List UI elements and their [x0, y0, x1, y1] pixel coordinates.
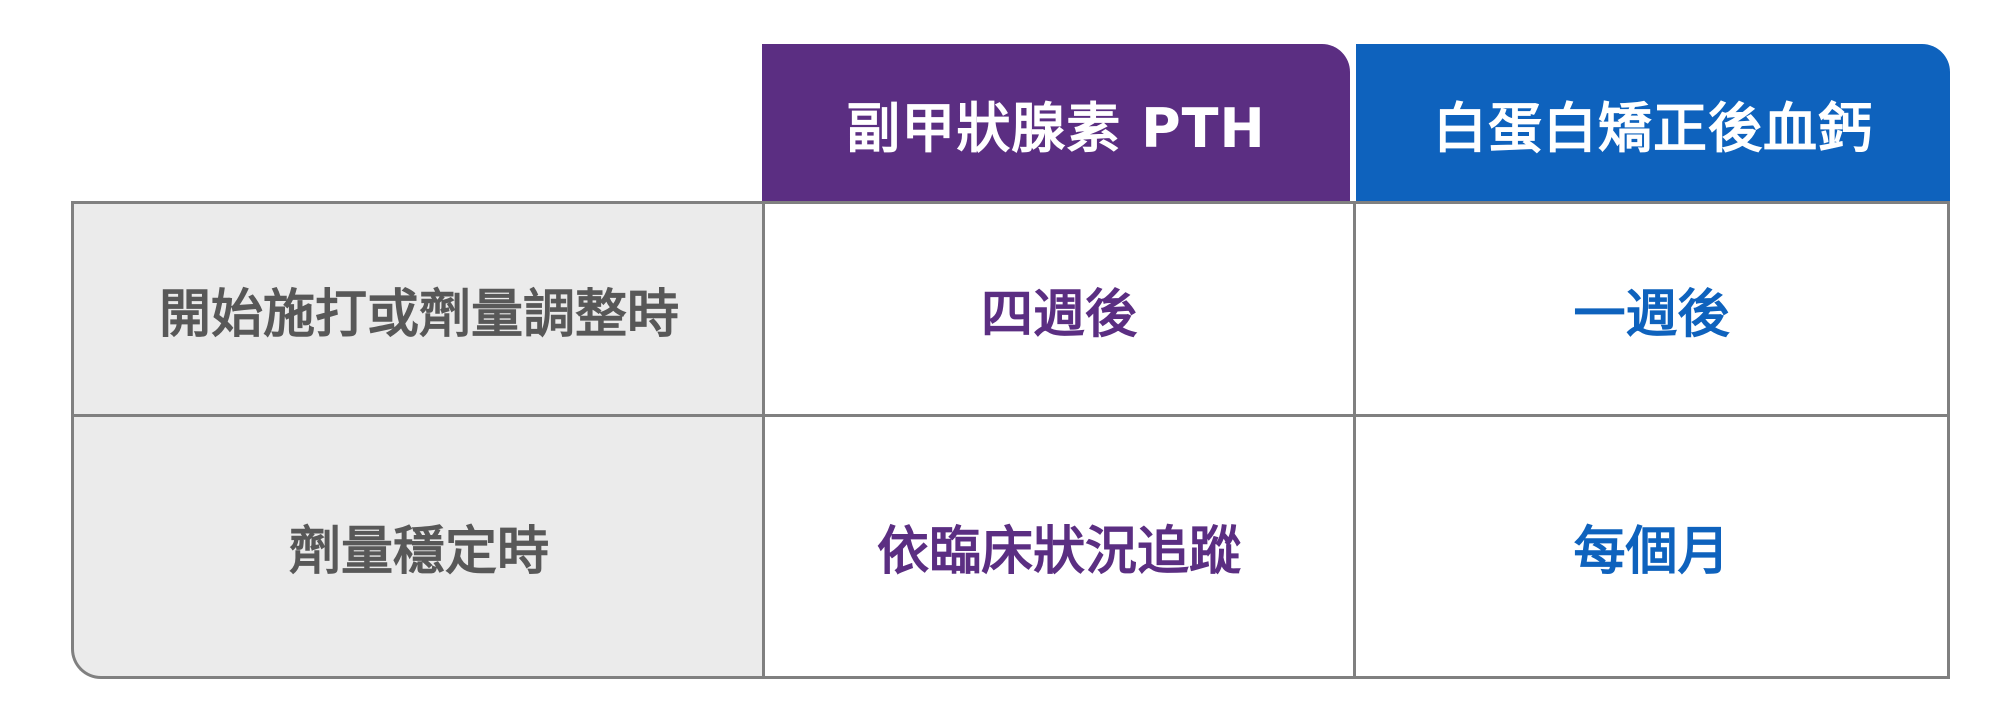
cell-calcium-start-text: 一週後 [1573, 284, 1730, 345]
cell-calcium-start: 一週後 [1356, 204, 1947, 414]
cell-pth-stable-text: 依臨床狀況追蹤 [876, 522, 1241, 582]
row-label-stable-dose-text: 劑量穩定時 [288, 522, 549, 582]
divider-vertical-1 [762, 201, 765, 679]
divider-horizontal [762, 414, 1950, 417]
row-labels-column: 開始施打或劑量調整時 劑量穩定時 [71, 201, 764, 679]
row-label-stable-dose: 劑量穩定時 [74, 417, 764, 676]
column-header-corrected-calcium-label: 白蛋白矯正後血鈣 [1433, 96, 1873, 160]
row-label-start-or-adjust-text: 開始施打或劑量調整時 [158, 284, 679, 345]
column-header-pth: 副甲狀腺素 PTH [762, 44, 1350, 202]
cell-calcium-stable: 每個月 [1356, 417, 1947, 676]
column-header-corrected-calcium: 白蛋白矯正後血鈣 [1356, 44, 1950, 202]
row-label-start-or-adjust: 開始施打或劑量調整時 [74, 204, 764, 417]
column-header-pth-label: 副甲狀腺素 PTH [846, 96, 1266, 160]
cell-calcium-stable-text: 每個月 [1573, 522, 1730, 582]
cell-pth-stable: 依臨床狀況追蹤 [765, 417, 1353, 676]
divider-vertical-2 [1353, 201, 1356, 679]
cell-pth-start-text: 四週後 [980, 284, 1137, 345]
cell-pth-start: 四週後 [765, 204, 1353, 414]
monitoring-schedule-table: 副甲狀腺素 PTH 白蛋白矯正後血鈣 開始施打或劑量調整時 劑量穩定時 四週後 … [0, 0, 2000, 718]
